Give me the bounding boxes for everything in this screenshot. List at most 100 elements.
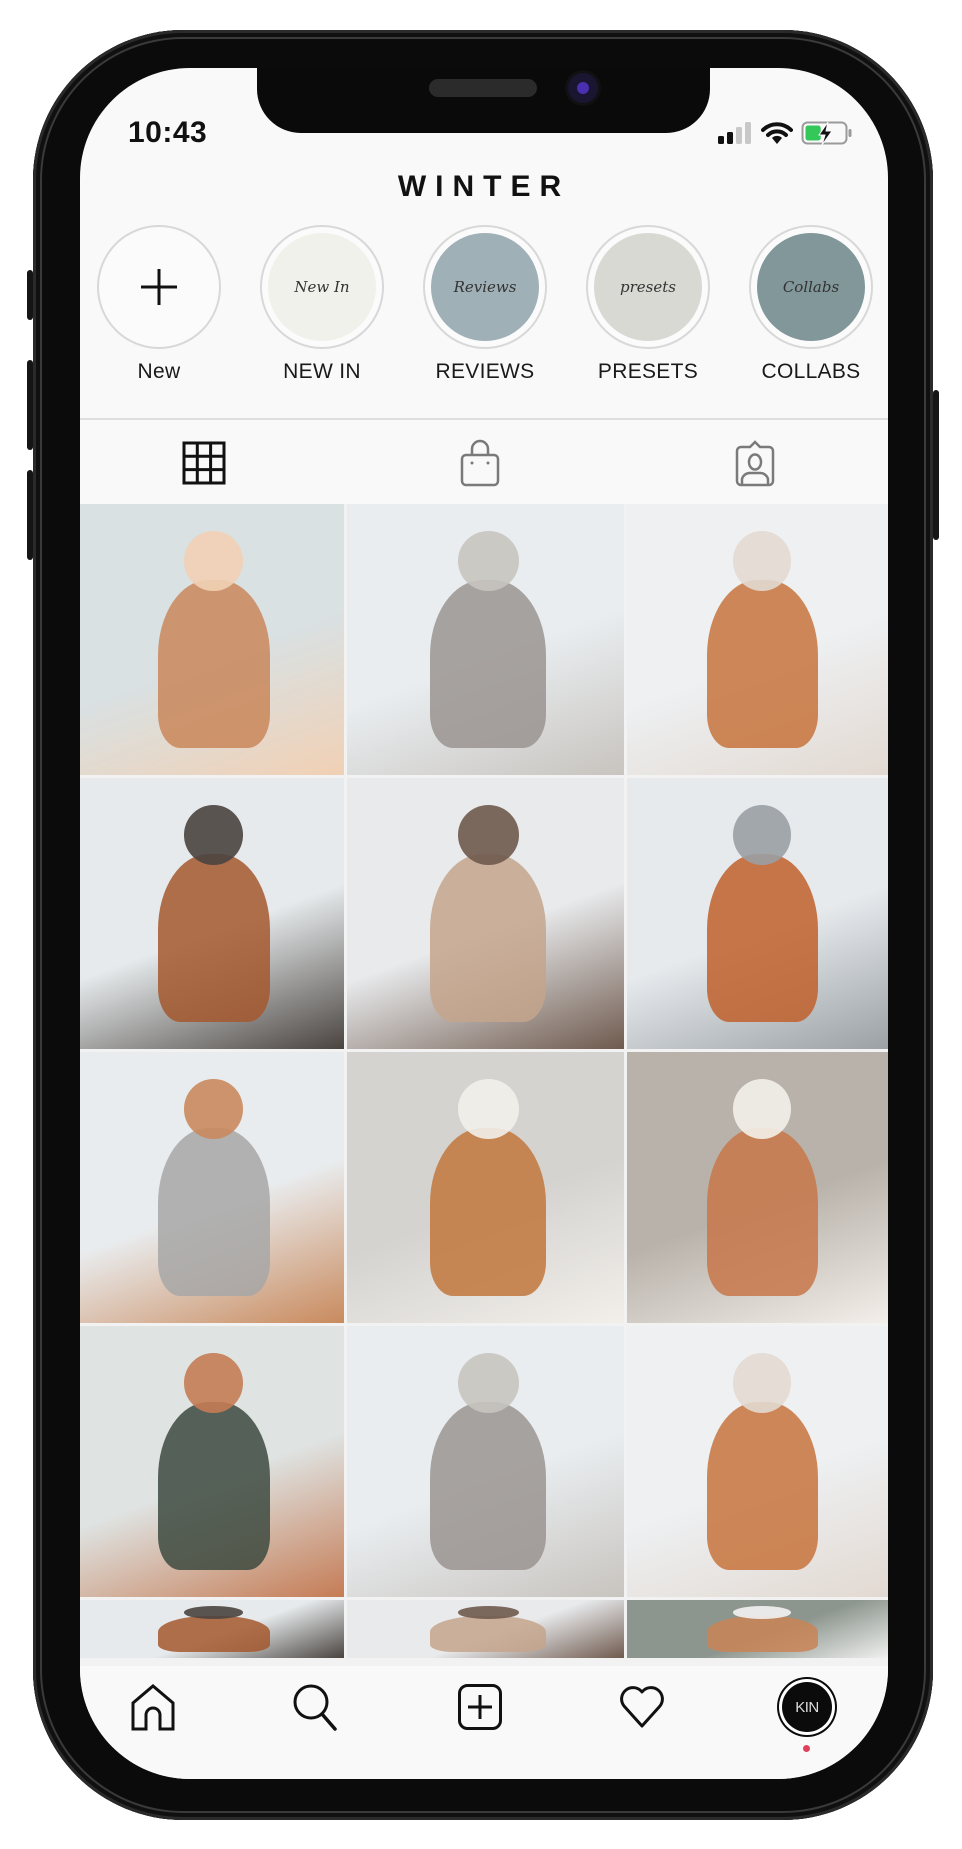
notification-dot xyxy=(803,1745,810,1752)
photo-detail xyxy=(733,531,792,591)
highlight-cover: presets xyxy=(594,233,702,341)
post-thumbnail[interactable] xyxy=(347,1600,624,1658)
cellular-signal-icon xyxy=(718,122,751,144)
post-thumbnail[interactable] xyxy=(627,778,888,1049)
photo-subject xyxy=(430,1616,547,1653)
highlight-ring: presets xyxy=(586,225,710,349)
highlight-cover: Reviews xyxy=(431,233,539,341)
highlight-ring: Reviews xyxy=(423,225,547,349)
photo-detail xyxy=(733,1353,792,1413)
photo-detail xyxy=(457,531,519,591)
highlight-label: New xyxy=(137,360,181,383)
photo-subject xyxy=(706,1401,818,1570)
photo-subject xyxy=(157,1616,270,1653)
story-highlights: New New In NEW IN Reviews REVIEWS preset… xyxy=(80,225,888,385)
status-time: 10:43 xyxy=(128,116,208,149)
highlight-new-in[interactable]: New In NEW IN xyxy=(257,225,387,384)
shopping-bag-icon xyxy=(460,439,500,487)
nav-search[interactable] xyxy=(287,1679,343,1735)
nav-home[interactable] xyxy=(125,1679,181,1735)
wifi-icon xyxy=(761,122,793,144)
post-thumbnail[interactable] xyxy=(80,1600,344,1658)
photo-detail xyxy=(184,1353,243,1413)
photo-subject xyxy=(157,853,270,1022)
notch xyxy=(257,68,710,133)
app-screen: 10:43 WINTER New New In NEW IN Reviews R… xyxy=(80,68,888,1779)
photo-detail xyxy=(184,1079,243,1139)
photo-subject xyxy=(157,579,270,748)
post-thumbnail[interactable] xyxy=(80,504,344,775)
post-thumbnail[interactable] xyxy=(627,1052,888,1323)
post-thumbnail[interactable] xyxy=(80,1052,344,1323)
highlight-cover: Collabs xyxy=(757,233,865,341)
bottom-nav: KIN xyxy=(80,1666,888,1779)
highlight-presets[interactable]: presets PRESETS xyxy=(583,225,713,384)
profile-tabs xyxy=(80,420,888,504)
post-thumbnail[interactable] xyxy=(80,778,344,1049)
photo-detail xyxy=(457,1079,519,1139)
grid-icon xyxy=(182,441,226,485)
post-thumbnail[interactable] xyxy=(347,778,624,1049)
tab-grid[interactable] xyxy=(180,439,228,487)
highlight-reviews[interactable]: Reviews REVIEWS xyxy=(420,225,550,384)
search-icon xyxy=(293,1684,337,1731)
home-icon xyxy=(131,1684,175,1731)
photo-detail xyxy=(733,1079,792,1139)
side-button-silent xyxy=(27,270,33,320)
photo-detail xyxy=(184,531,243,591)
highlight-cover: New In xyxy=(268,233,376,341)
post-thumbnail[interactable] xyxy=(347,1326,624,1597)
photo-subject xyxy=(430,853,547,1022)
status-icons xyxy=(717,118,853,148)
battery-charging-icon xyxy=(801,121,852,146)
side-button-power xyxy=(933,390,939,540)
photo-detail xyxy=(733,1605,792,1619)
photo-subject xyxy=(157,1127,270,1296)
photo-subject xyxy=(706,579,818,748)
photo-detail xyxy=(457,1353,519,1413)
photo-detail xyxy=(184,805,243,865)
photo-subject xyxy=(706,1616,818,1653)
heart-icon xyxy=(620,1686,664,1728)
photo-subject xyxy=(706,853,818,1022)
plus-icon xyxy=(141,269,177,305)
highlight-new[interactable]: New xyxy=(94,225,224,384)
post-thumbnail[interactable] xyxy=(347,1052,624,1323)
plus-square-icon xyxy=(458,1684,502,1730)
speaker xyxy=(429,79,537,97)
posts-grid xyxy=(80,504,888,1666)
profile-title: WINTER xyxy=(397,170,571,203)
tagged-person-icon xyxy=(735,440,775,487)
tab-shop[interactable] xyxy=(456,439,504,487)
highlight-ring: New In xyxy=(260,225,384,349)
highlight-label: COLLABS xyxy=(761,360,861,383)
highlight-label: REVIEWS xyxy=(435,360,535,383)
photo-subject xyxy=(157,1401,270,1570)
avatar: KIN xyxy=(782,1682,832,1732)
highlight-collabs[interactable]: Collabs COLLABS xyxy=(746,225,876,384)
photo-detail xyxy=(457,805,519,865)
photo-detail xyxy=(184,1605,243,1619)
post-thumbnail[interactable] xyxy=(627,1600,888,1658)
nav-activity[interactable] xyxy=(614,1679,670,1735)
post-thumbnail[interactable] xyxy=(347,504,624,775)
photo-subject xyxy=(430,1401,547,1570)
photo-detail xyxy=(733,805,792,865)
highlight-label: PRESETS xyxy=(597,360,699,383)
post-thumbnail[interactable] xyxy=(627,504,888,775)
photo-subject xyxy=(430,1127,547,1296)
tab-tagged[interactable] xyxy=(731,439,779,487)
nav-new-post[interactable] xyxy=(452,1679,508,1735)
highlight-ring xyxy=(97,225,221,349)
photo-subject xyxy=(706,1127,818,1296)
side-button-volume-up xyxy=(27,360,33,450)
front-camera xyxy=(568,73,598,103)
post-thumbnail[interactable] xyxy=(627,1326,888,1597)
photo-subject xyxy=(430,579,547,748)
nav-profile[interactable]: KIN xyxy=(779,1679,835,1752)
post-thumbnail[interactable] xyxy=(80,1326,344,1597)
photo-detail xyxy=(457,1605,519,1619)
highlight-ring: Collabs xyxy=(749,225,873,349)
side-button-volume-down xyxy=(27,470,33,560)
highlight-label: NEW IN xyxy=(283,360,361,383)
